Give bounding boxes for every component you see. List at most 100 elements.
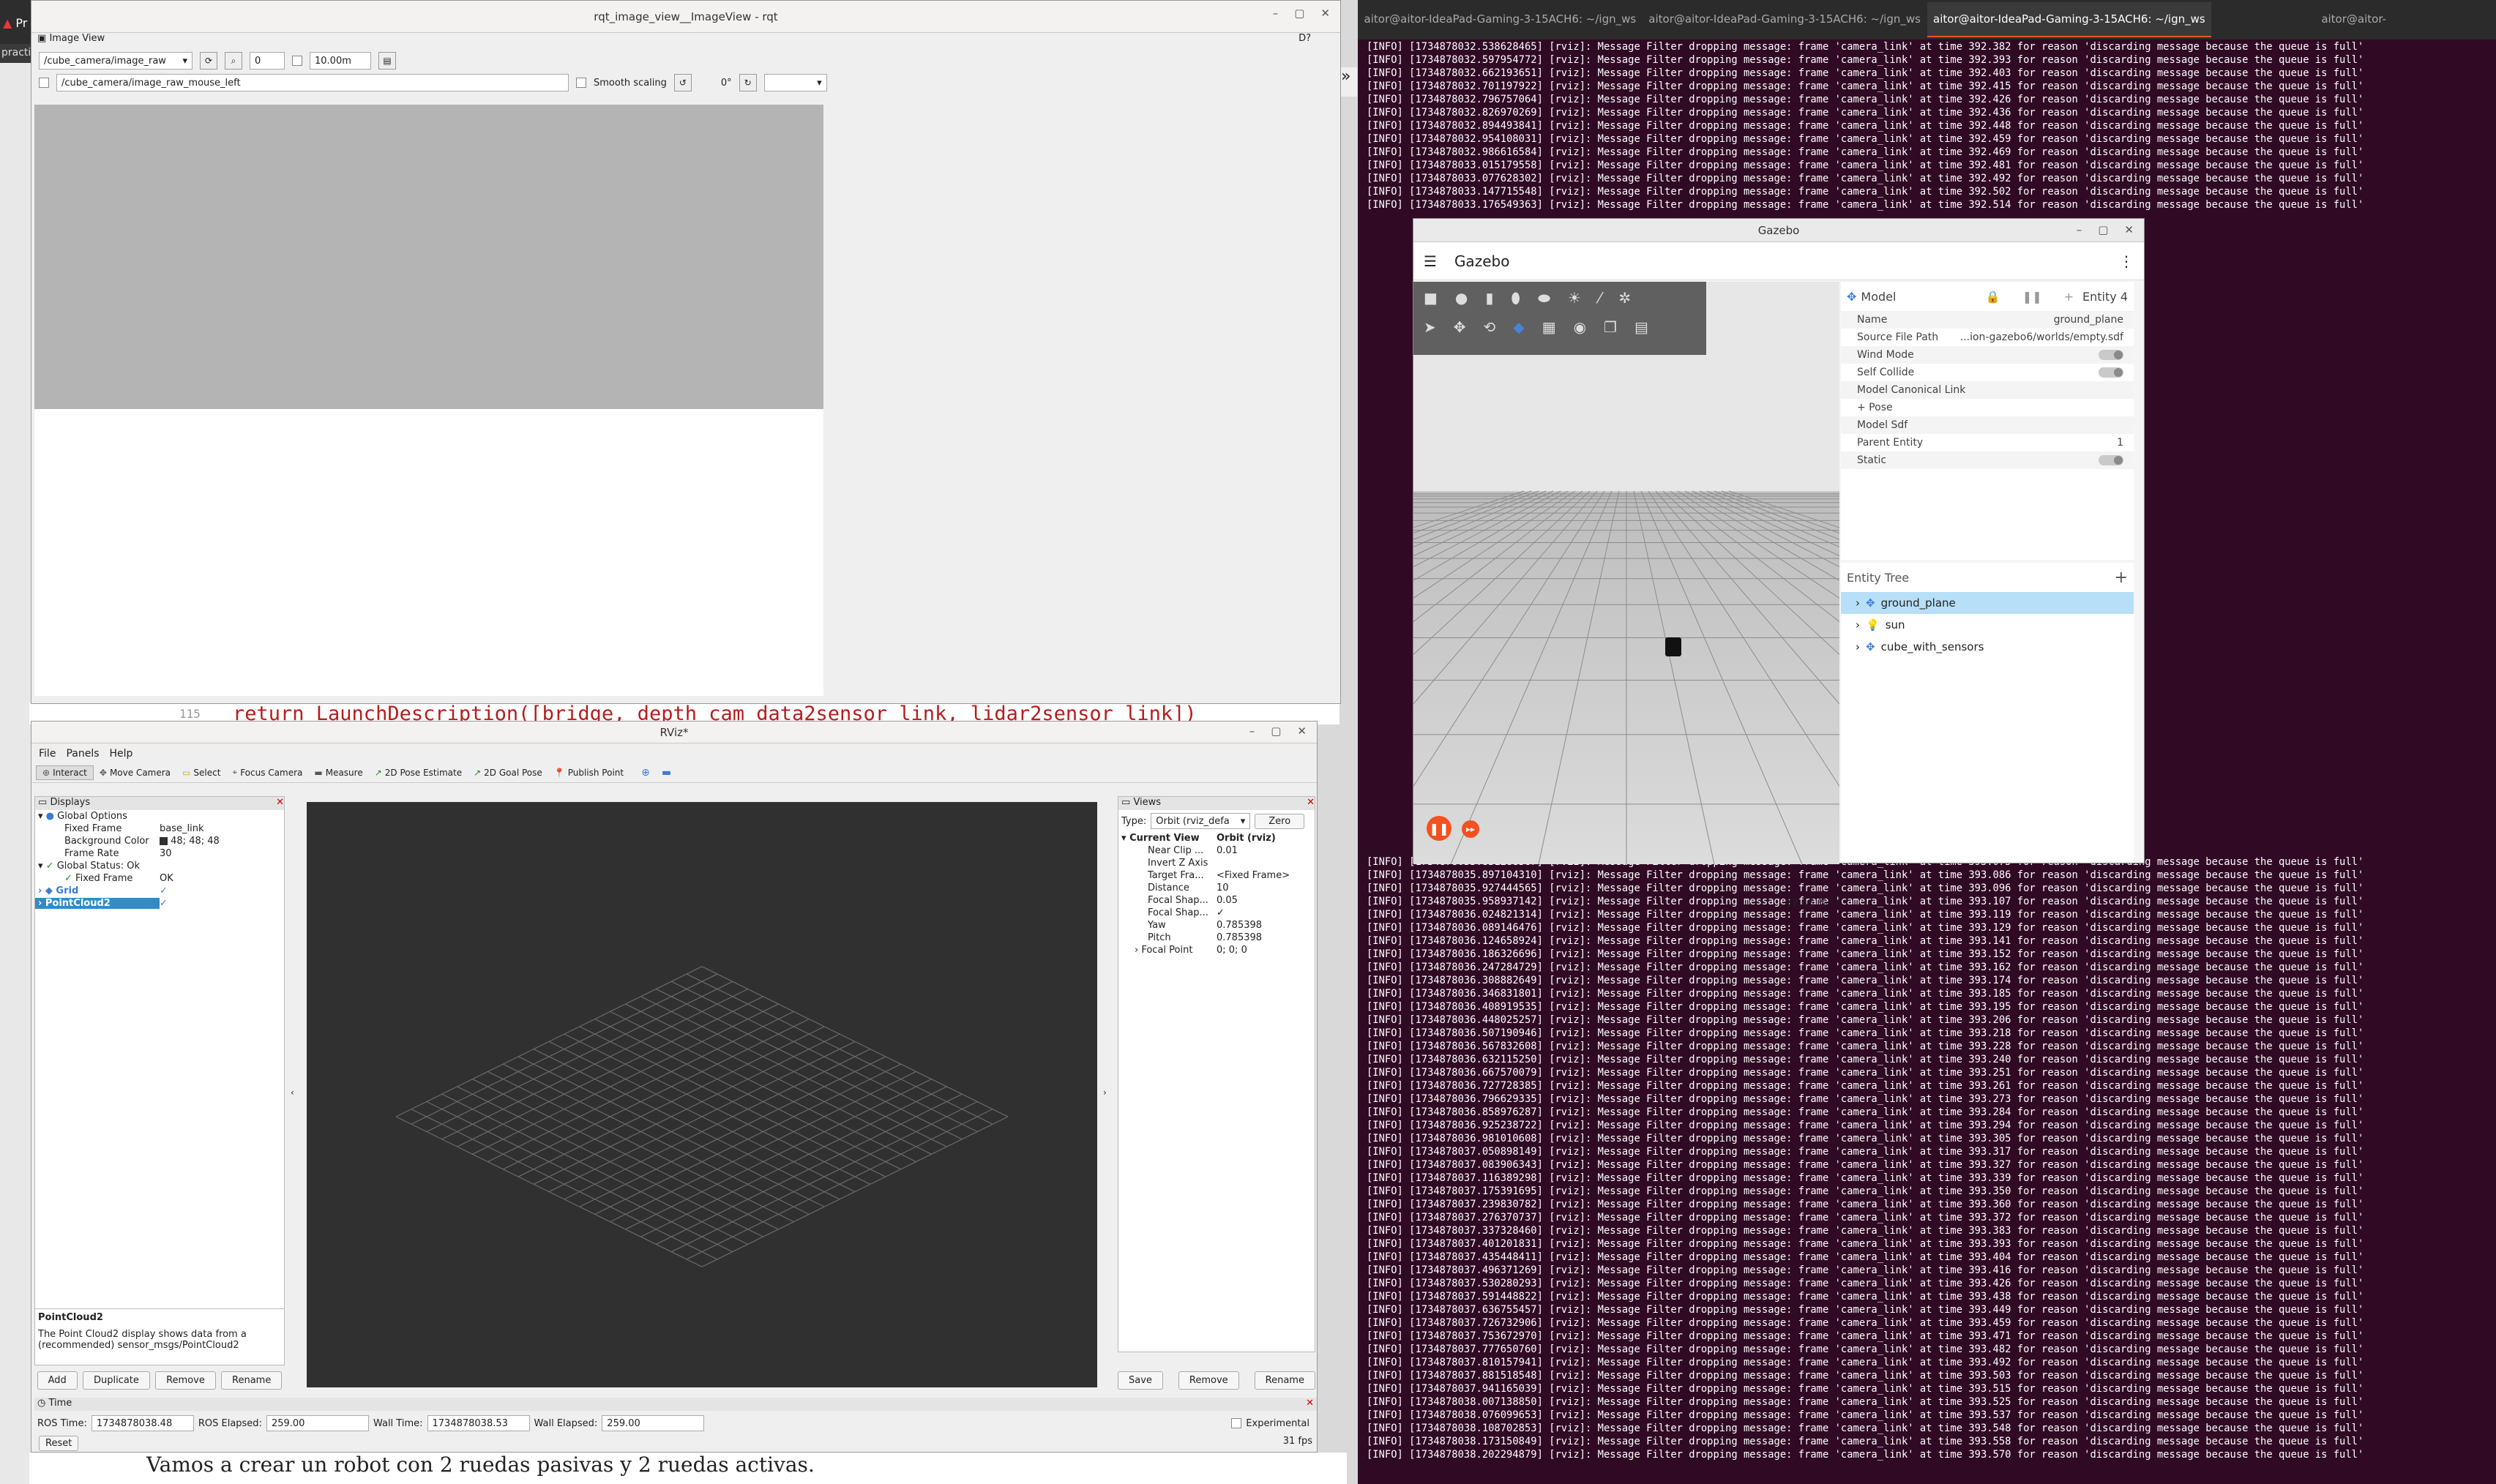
close-icon[interactable]: ✕ [1320,7,1330,20]
minimize-icon[interactable]: – [1273,7,1279,20]
maximize-icon[interactable]: ▢ [1294,7,1304,20]
play-pause-button[interactable]: ❚❚ [1427,816,1451,841]
refresh-icon[interactable]: ⟳ [200,52,217,70]
entity-tree-item[interactable]: › 💡 sun [1841,614,2134,636]
tree-pointcloud2[interactable]: › PointCloud2 ✓ [35,897,284,910]
plus-icon[interactable]: + [2064,290,2074,304]
capsule-shape-icon[interactable]: ⬮ [1511,289,1520,307]
mouse-checkbox[interactable] [39,78,49,88]
view-type-select[interactable]: Orbit (rviz_defa ▾ [1151,813,1251,829]
toggle-switch[interactable] [2099,455,2123,465]
more-vert-icon[interactable]: ⋮ [2119,252,2134,270]
current-view-row[interactable]: ▾ Current View Orbit (rviz) [1118,832,1315,844]
tool-2d-pose-estimate[interactable]: ↗ 2D Pose Estimate [369,766,468,779]
tree-fixed-frame[interactable]: Fixed Frame base_link [35,822,284,835]
inspector-prop-row[interactable]: Name ground_plane [1841,311,2134,329]
collapse-right-icon[interactable]: › [1103,1087,1107,1098]
grid-checkbox[interactable]: ✓ [160,885,168,896]
step-button[interactable]: ▸▸ [1462,820,1479,838]
lock-icon[interactable]: 🔒 [1986,290,2000,304]
translate-icon[interactable]: ✥ [1454,318,1466,336]
rtf-collapse-icon[interactable]: ‹ [1760,898,1765,910]
tree-fixed-frame-ok[interactable]: ✓ Fixed Frame OK [35,872,284,885]
remove-button[interactable]: Remove [155,1371,216,1390]
screenshot-icon[interactable]: ◉ [1574,318,1586,336]
wall-elapsed-field[interactable]: 259.00 [602,1415,705,1431]
ros-elapsed-field[interactable]: 259.00 [266,1415,369,1431]
toggle-switch[interactable] [2099,350,2123,360]
terminal-tab[interactable]: aitor@aitor-IdeaPad-Gaming-3-15ACH6: ~/i… [1643,2,1927,37]
view-prop-row[interactable]: Invert Z Axis [1118,857,1315,869]
terminal-tab[interactable]: aitor@aitor- [2211,2,2496,37]
wall-time-field[interactable]: 1734878038.53 [427,1415,530,1431]
view-prop-row[interactable]: Focal Shap... ✓ [1118,907,1315,919]
inspector-prop-row[interactable]: Model Canonical Link [1841,381,2134,399]
tool-measure[interactable]: ▬ Measure [308,766,368,779]
range-checkbox[interactable] [292,56,302,66]
save-icon[interactable]: ▤ [378,52,396,70]
duplicate-button[interactable]: Duplicate [82,1371,150,1390]
box-shape-icon[interactable]: ■ [1424,289,1438,307]
zoom-icon[interactable]: ⌕ [225,52,242,70]
tree-global-status[interactable]: ▾ ✓ Global Status: Ok [35,860,284,872]
menu-panels[interactable]: Panels [66,748,99,760]
side-collapse[interactable]: » [1341,67,1357,97]
tree-grid[interactable]: › ◆ Grid ✓ [35,885,284,897]
close-icon[interactable]: ✕ [1297,724,1307,738]
view-prop-row[interactable]: Distance 10 [1118,882,1315,894]
tool-move-camera[interactable]: ✥ Move Camera [94,766,176,779]
rotate-left-icon[interactable]: ↺ [673,74,692,91]
num-spin[interactable]: 0 [250,52,285,70]
minimize-icon[interactable]: – [2077,223,2082,236]
inspector-prop-row[interactable]: Wind Mode [1841,346,2134,364]
zero-button[interactable]: Zero [1255,813,1305,829]
rename-view-button[interactable]: Rename [1254,1371,1315,1390]
minimize-icon[interactable]: – [1249,724,1255,738]
rviz-viewport[interactable] [307,802,1097,1387]
color-scheme-select[interactable]: ▾ [763,74,827,91]
pause-inspector-icon[interactable]: ❚❚ [2022,290,2042,304]
view-prop-row[interactable]: Target Fra... <Fixed Frame> [1118,869,1315,882]
inspector-prop-row[interactable]: Model Sdf [1841,416,2134,434]
terminal-tab[interactable]: aitor@aitor-IdeaPad-Gaming-3-15ACH6: ~/i… [1927,2,2212,37]
select-arrow-icon[interactable]: ➤ [1424,318,1436,336]
focal-point-row[interactable]: › Focal Point 0; 0; 0 [1118,944,1315,956]
range-spin[interactable]: 10.00m [310,52,371,70]
topic-select[interactable]: /cube_camera/image_raw ▾ [39,52,193,70]
menu-help[interactable]: Help [110,748,133,760]
rotate-icon[interactable]: ⟲ [1484,318,1496,336]
cylinder-shape-icon[interactable]: ▮ [1485,289,1493,307]
sphere-shape-icon[interactable]: ● [1455,289,1468,307]
tool-2d-goal-pose[interactable]: ↗ 2D Goal Pose [468,766,548,779]
terminal-tab[interactable]: aitor@aitor-IdeaPad-Gaming-3-15ACH6: ~/i… [1358,2,1643,37]
tool-interact[interactable]: ⊕ Interact [36,765,94,780]
grid-config-icon[interactable]: ▦ [1542,318,1556,336]
tool-select[interactable]: ▭ Select [176,766,226,779]
view-prop-row[interactable]: Yaw 0.785398 [1118,919,1315,932]
experimental-checkbox[interactable] [1231,1418,1242,1428]
sun-light-icon[interactable]: ☀ [1568,289,1581,307]
copy-icon[interactable]: ❐ [1604,318,1617,336]
entity-tree-item[interactable]: › ✥ ground_plane [1841,592,2134,614]
inspector-prop-row[interactable]: Parent Entity 1 [1841,434,2134,451]
rename-button[interactable]: Rename [221,1371,283,1390]
toggle-switch[interactable] [2099,367,2123,378]
close-icon[interactable]: ✕ [1307,797,1315,810]
gazebo-scene[interactable]: ■ ● ▮ ⬮ ⬬ ☀ ⁄ ✲ ➤ ✥ ⟲ ◆ ▦ ◉ ❐ ▤ ❚❚ ▸▸ ‹ 17.45 % [396,282,2496,910]
help-button[interactable]: D? [1299,33,1340,48]
paste-icon[interactable]: ▤ [1634,318,1648,336]
spot-light-icon[interactable]: ✲ [1618,289,1631,307]
tree-frame-rate[interactable]: Frame Rate 30 [35,847,284,860]
ros-time-field[interactable]: 1734878038.48 [91,1415,194,1431]
collapse-left-icon[interactable]: ‹ [291,1087,294,1098]
mouse-topic-field[interactable]: /cube_camera/image_raw_mouse_left [56,74,569,91]
save-view-button[interactable]: Save [1118,1371,1163,1390]
close-icon[interactable]: ✕ [1306,1398,1317,1411]
hamburger-menu-icon[interactable]: ☰ [1424,252,1437,270]
tool-focus-camera[interactable]: ⌖ Focus Camera [226,765,308,779]
directional-light-icon[interactable]: ⁄ [1599,289,1601,307]
view-prop-row[interactable]: Pitch 0.785398 [1118,932,1315,944]
add-button[interactable]: Add [37,1371,78,1390]
menu-file[interactable]: File [39,748,56,760]
inspector-prop-row[interactable]: Source File Path ...ion-gazebo6/worlds/em… [1841,329,2134,346]
